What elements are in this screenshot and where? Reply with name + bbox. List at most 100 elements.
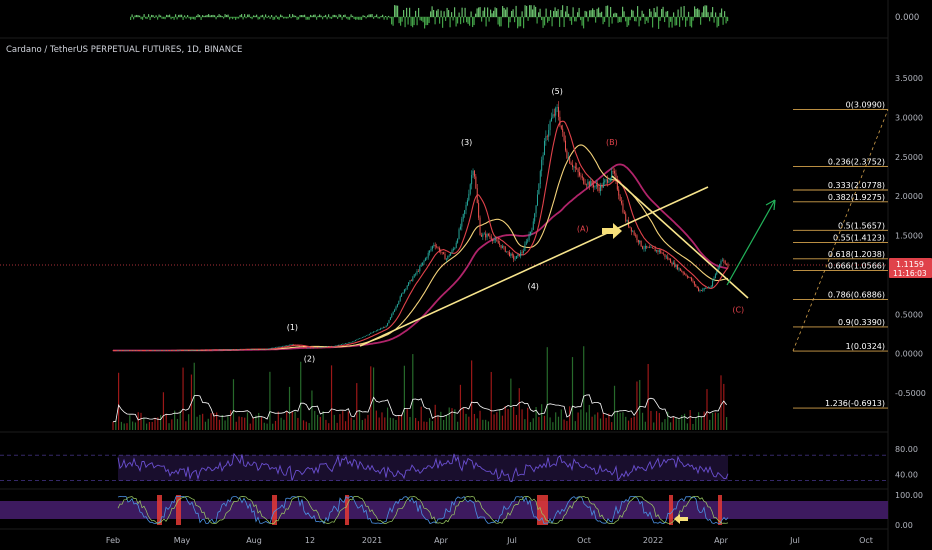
top-indicator-bar — [589, 10, 591, 17]
top-indicator-bar — [479, 7, 481, 17]
candle-body — [410, 280, 412, 281]
top-indicator-bar — [449, 17, 451, 28]
candle-body — [301, 346, 303, 348]
top-indicator-bar — [169, 14, 171, 17]
volume-bar — [608, 413, 610, 430]
top-indicator-bar — [514, 17, 516, 23]
candle-body — [324, 346, 326, 348]
top-indicator-bar — [392, 17, 394, 26]
candle-body — [643, 248, 645, 250]
candle-body — [336, 345, 338, 346]
candle-body — [230, 349, 232, 350]
volume-bar — [258, 412, 260, 430]
candle-body — [520, 252, 522, 257]
candle-body — [723, 260, 725, 262]
volume-bar — [241, 417, 243, 430]
volume-bar — [473, 413, 476, 430]
top-indicator-bar — [301, 15, 303, 17]
candle-body — [217, 349, 219, 351]
volume-bar — [137, 412, 139, 430]
candle-body — [276, 346, 278, 348]
candle-body — [490, 236, 492, 240]
candle-body — [546, 136, 548, 137]
candle-body — [118, 350, 120, 352]
volume-bar — [678, 419, 680, 430]
top-indicator-bar — [656, 6, 658, 17]
candle-body — [667, 256, 669, 260]
top-indicator-bar — [335, 15, 337, 17]
candle-body — [251, 349, 253, 350]
volume-bar — [294, 411, 296, 430]
top-indicator-bar — [655, 12, 657, 17]
top-indicator-bar — [584, 10, 586, 17]
candle-body — [169, 350, 171, 351]
volume-bar — [591, 416, 593, 430]
candle-body — [381, 328, 383, 329]
candle-body — [529, 231, 531, 235]
candle-body — [273, 347, 275, 349]
candle-body — [258, 349, 260, 350]
top-indicator-bar — [595, 17, 597, 23]
volume-bar — [457, 421, 459, 430]
volume-bar — [653, 422, 655, 430]
top-indicator-bar — [329, 17, 331, 19]
candle-body — [691, 277, 693, 281]
candle-body — [129, 350, 131, 352]
top-indicator-bar — [208, 14, 210, 17]
top-indicator-bar — [134, 15, 136, 17]
candle-body — [426, 257, 428, 259]
top-indicator-bar — [382, 14, 384, 17]
volume-bar — [496, 412, 498, 430]
top-indicator-bar — [205, 15, 207, 17]
candle-body — [584, 183, 586, 185]
candle-body — [597, 184, 599, 188]
candle-body — [284, 345, 286, 347]
candle-body — [459, 226, 461, 230]
candle-body — [710, 286, 712, 288]
top-indicator-bar — [461, 7, 463, 17]
candle-body — [487, 233, 489, 236]
candle-body — [538, 184, 540, 195]
top-indicator-bar — [619, 17, 621, 23]
top-indicator-bar — [673, 12, 675, 17]
volume-bar — [403, 365, 405, 430]
candle-body — [499, 243, 501, 246]
top-indicator-bar — [512, 9, 514, 17]
candle-body — [625, 213, 627, 222]
candle-body — [422, 262, 424, 266]
candle-body — [402, 292, 404, 294]
volume-bar — [546, 347, 548, 430]
top-indicator-bar — [226, 14, 228, 17]
candle-body — [245, 349, 247, 350]
candle-body — [473, 170, 475, 177]
top-indicator-bar — [499, 17, 501, 27]
top-indicator-bar — [529, 5, 531, 17]
volume-bar — [414, 417, 417, 430]
top-indicator-bar — [575, 17, 577, 22]
candle-body — [119, 350, 121, 352]
volume-bar — [636, 381, 638, 430]
volume-bar — [375, 410, 377, 430]
top-indicator-bar — [218, 14, 220, 17]
top-indicator-bar — [163, 17, 165, 19]
candle-body — [646, 245, 648, 248]
top-indicator-bar — [188, 17, 190, 19]
top-indicator-bar — [175, 14, 177, 17]
candle-body — [144, 350, 146, 352]
candle-body — [132, 350, 134, 352]
candle-body — [412, 277, 414, 281]
top-indicator-bar — [343, 14, 345, 17]
candle-body — [587, 181, 589, 185]
candle-body — [608, 181, 610, 183]
top-indicator-bar — [428, 17, 430, 23]
candle-body — [346, 343, 348, 344]
candle-body — [347, 342, 349, 344]
top-indicator-bar — [326, 17, 328, 20]
top-indicator-bar — [629, 17, 631, 21]
top-indicator-bar — [613, 13, 615, 17]
volume-bar — [344, 421, 347, 430]
price-chart[interactable]: 0.000 Cardano / TetherUS PERPETUAL FUTUR… — [0, 0, 932, 550]
top-indicator-bar — [683, 6, 685, 17]
volume-bar — [185, 421, 187, 430]
candle-body — [298, 345, 300, 347]
